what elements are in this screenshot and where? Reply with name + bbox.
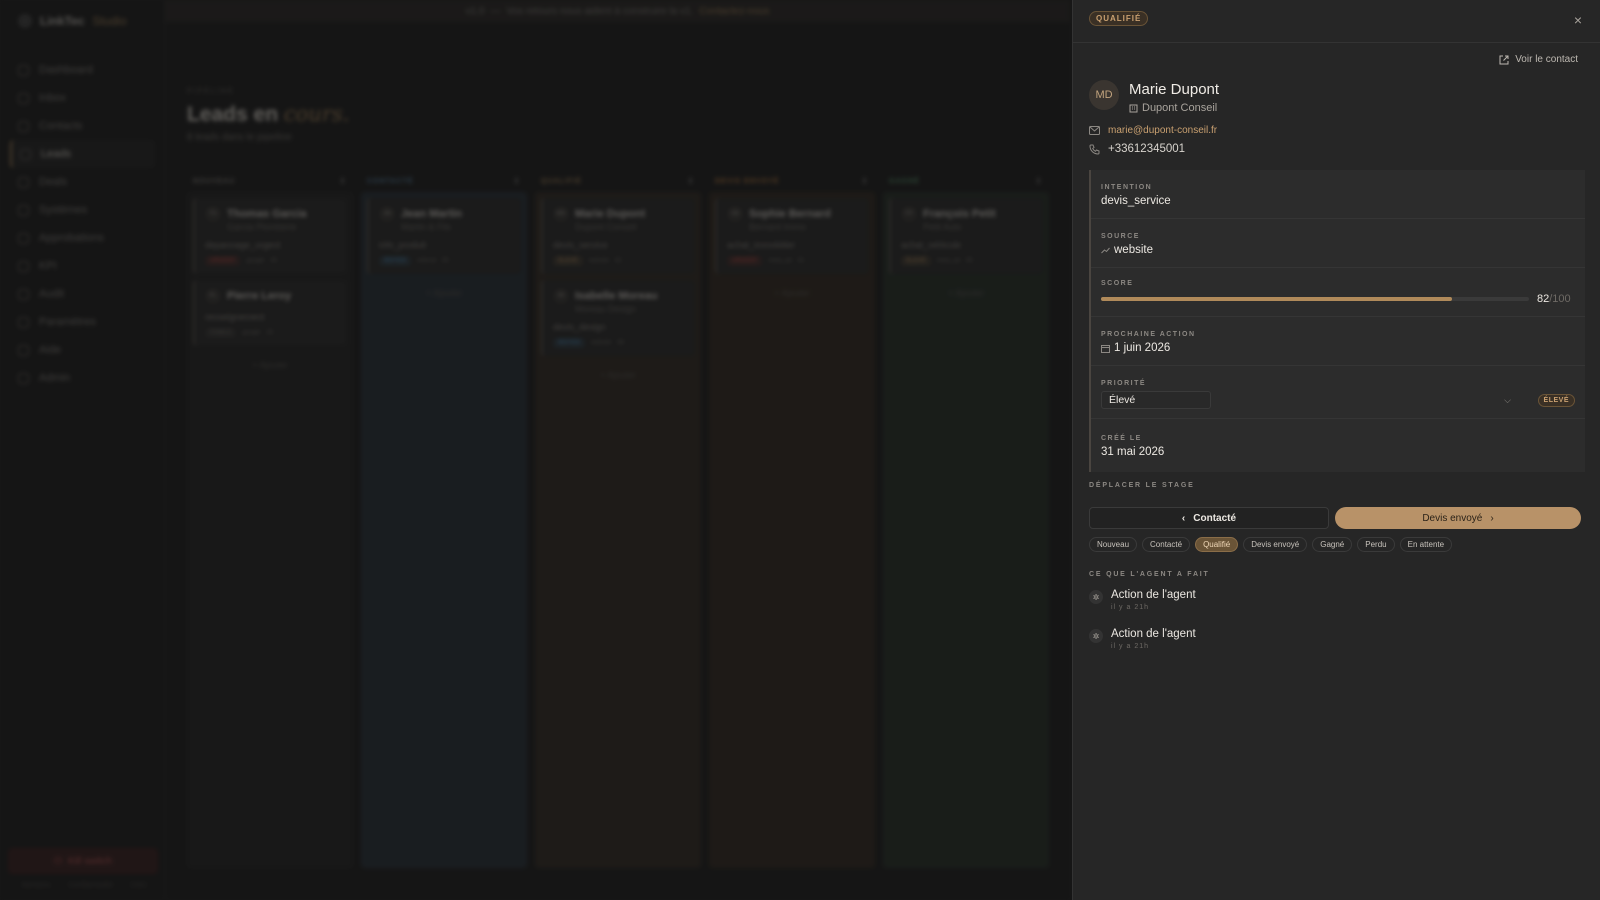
sparkle-icon: ✲ — [1089, 590, 1103, 604]
view-contact-label: Voir le contact — [1515, 54, 1578, 65]
score-number: 82 — [1537, 293, 1550, 305]
contact-email-text: marie@dupont-conseil.fr — [1108, 125, 1218, 136]
stage-nav-buttons: ‹ Contacté Devis envoyé › — [1089, 507, 1581, 529]
next-action-row: PROCHAINE ACTION 1 juin 2026 — [1091, 317, 1585, 366]
stage-chip[interactable]: Perdu — [1357, 537, 1395, 552]
next-action-label: PROCHAINE ACTION — [1101, 331, 1196, 338]
priority-badge: ÉLEVÉ — [1537, 393, 1575, 407]
priority-select[interactable]: Élevé ⌵ — [1101, 391, 1519, 409]
sparkle-icon: ✲ — [1089, 629, 1103, 643]
agent-action-text: Action de l'agent il y a 21h — [1111, 589, 1196, 628]
stage-chip[interactable]: Contacté — [1142, 537, 1191, 552]
move-stage-label: DÉPLACER LE STAGE — [1089, 482, 1195, 489]
stage-chip[interactable]: Qualifié — [1195, 537, 1239, 552]
external-link-icon — [1499, 55, 1509, 64]
prev-stage-label: Contacté — [1193, 512, 1237, 524]
intention-row: INTENTION devis_service — [1091, 170, 1585, 219]
source-label: SOURCE — [1101, 233, 1140, 240]
contact-company: Dupont Conseil — [1129, 102, 1219, 114]
score-max: /100 — [1549, 293, 1571, 305]
agent-action-text: Action de l'agent il y a 21h — [1111, 628, 1196, 667]
mail-icon — [1089, 126, 1100, 135]
score-value: 82/100 — [1537, 293, 1571, 305]
stage-chip[interactable]: En attente — [1399, 537, 1453, 552]
chevron-down-icon: ⌵ — [1504, 394, 1511, 405]
priority-label: PRIORITÉ — [1101, 380, 1147, 387]
avatar: MD — [1089, 80, 1119, 110]
contact-company-name: Dupont Conseil — [1142, 102, 1218, 114]
score-track — [1101, 297, 1529, 301]
next-stage-button[interactable]: Devis envoyé › — [1335, 507, 1581, 529]
contact-email[interactable]: marie@dupont-conseil.fr — [1089, 125, 1217, 136]
priority-row: PRIORITÉ Élevé ⌵ ÉLEVÉ — [1091, 366, 1585, 419]
source-row: SOURCE website — [1091, 219, 1585, 268]
prev-stage-button[interactable]: ‹ Contacté — [1089, 507, 1329, 529]
trend-icon — [1101, 247, 1110, 253]
stage-badge: QUALIFIÉ — [1089, 11, 1149, 26]
created-row: CRÉÉ LE 31 mai 2026 — [1091, 419, 1585, 472]
close-icon[interactable]: × — [1574, 12, 1582, 28]
lead-detail-drawer: QUALIFIÉ × Voir le contact MD Marie Dupo… — [1072, 0, 1600, 900]
stage-chip[interactable]: Nouveau — [1089, 537, 1138, 552]
next-action-text: 1 juin 2026 — [1114, 342, 1171, 354]
created-value: 31 mai 2026 — [1101, 446, 1165, 458]
intention-label: INTENTION — [1101, 184, 1153, 191]
created-label: CRÉÉ LE — [1101, 435, 1142, 442]
next-stage-label: Devis envoyé — [1422, 512, 1483, 524]
chevron-left-icon: ‹ — [1181, 512, 1186, 524]
modal-overlay[interactable] — [0, 0, 1072, 900]
priority-select-value: Élevé — [1109, 394, 1136, 406]
intention-value: devis_service — [1101, 195, 1171, 207]
agent-action-time: il y a 21h — [1111, 643, 1150, 650]
drawer-header: QUALIFIÉ × — [1073, 0, 1600, 43]
score-meter: 82/100 — [1101, 293, 1575, 305]
next-action-value: 1 juin 2026 — [1101, 342, 1575, 354]
contact-name: Marie Dupont — [1129, 81, 1220, 98]
stage-chips: Nouveau Contacté Qualifié Devis envoyé Gagné… — [1089, 537, 1453, 552]
agent-action-title: Action de l'agent — [1111, 628, 1196, 640]
agent-action-item: ✲ Action de l'agent il y a 21h — [1089, 628, 1585, 667]
source-value: website — [1101, 244, 1575, 256]
contact-phone[interactable]: +33612345001 — [1089, 143, 1185, 155]
calendar-icon — [1101, 344, 1110, 353]
contact-phone-text: +33612345001 — [1108, 143, 1186, 155]
stage-chip[interactable]: Devis envoyé — [1243, 537, 1308, 552]
building-icon — [1129, 104, 1138, 112]
lead-info-panel: INTENTION devis_service SOURCE website S… — [1089, 170, 1585, 472]
chevron-right-icon: › — [1490, 512, 1494, 524]
source-text: website — [1114, 244, 1153, 256]
agent-action-time: il y a 21h — [1111, 604, 1150, 611]
agent-actions-list: ✲ Action de l'agent il y a 21h ✲ Action de l… — [1089, 589, 1585, 667]
score-row: SCORE 82/100 — [1091, 268, 1585, 317]
score-fill — [1101, 297, 1452, 301]
phone-icon — [1089, 144, 1100, 155]
agent-actions-label: CE QUE L'AGENT A FAIT — [1089, 571, 1210, 578]
score-label: SCORE — [1101, 280, 1134, 287]
agent-action-title: Action de l'agent — [1111, 589, 1196, 601]
priority-control: Élevé ⌵ ÉLEVÉ — [1101, 391, 1575, 409]
stage-chip[interactable]: Gagné — [1312, 537, 1353, 552]
agent-action-item: ✲ Action de l'agent il y a 21h — [1089, 589, 1585, 628]
contact-header: MD Marie Dupont Dupont Conseil — [1089, 80, 1219, 114]
view-contact-link[interactable]: Voir le contact — [1499, 54, 1578, 65]
